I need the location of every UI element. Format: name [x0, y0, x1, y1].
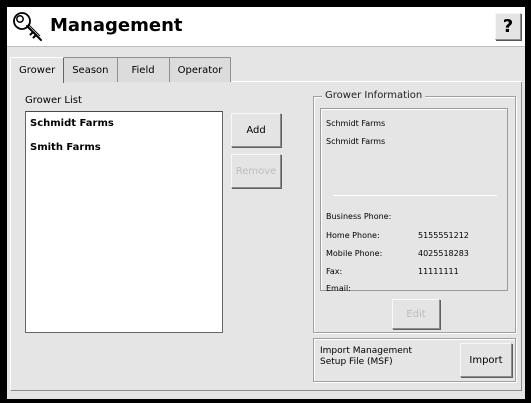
email-label: Email:: [326, 284, 351, 293]
grower-contact-name: Schmidt Farms: [326, 137, 386, 146]
management-window: Management ? Grower Season Field Operato…: [7, 7, 525, 399]
business-phone-label: Business Phone:: [326, 212, 392, 221]
tab-operator[interactable]: Operator: [168, 57, 232, 82]
help-button[interactable]: ?: [495, 13, 521, 40]
info-divider: [333, 195, 497, 196]
tab-bar: Grower Season Field Operator: [10, 57, 232, 83]
key-icon: [13, 12, 42, 41]
fax-value: 11111111: [418, 267, 459, 276]
grower-information-box: Schmidt Farms Schmidt Farms Business Pho…: [320, 108, 508, 293]
mobile-phone-value: 4025518283: [418, 249, 469, 258]
fax-label: Fax:: [326, 267, 343, 276]
mobile-phone-label: Mobile Phone:: [326, 249, 383, 258]
grower-list-label: Grower List: [25, 95, 82, 106]
page-title: Management: [50, 15, 183, 36]
tab-season[interactable]: Season: [63, 57, 118, 82]
tab-field[interactable]: Field: [116, 57, 170, 82]
grower-information-group: Grower Information Schmidt Farms Schmidt…: [313, 90, 516, 333]
list-item[interactable]: Smith Farms: [26, 136, 222, 160]
home-phone-label: Home Phone:: [326, 231, 380, 240]
import-description-line2: Setup File (MSF): [320, 357, 393, 367]
import-button[interactable]: Import: [460, 343, 512, 377]
tab-grower[interactable]: Grower: [10, 57, 65, 83]
home-phone-value: 5155551212: [418, 231, 469, 240]
import-description: Import Management Setup File (MSF): [320, 346, 412, 368]
edit-button[interactable]: Edit: [392, 299, 440, 329]
list-item[interactable]: Schmidt Farms: [26, 112, 222, 136]
grower-information-legend: Grower Information: [322, 90, 426, 101]
import-description-line1: Import Management: [320, 346, 413, 356]
import-group: Import Management Setup File (MSF) Impor…: [313, 338, 516, 382]
grower-name: Schmidt Farms: [326, 119, 386, 128]
add-button[interactable]: Add: [231, 113, 281, 147]
grower-list[interactable]: Schmidt Farms Smith Farms: [25, 111, 223, 333]
header-bar: Management ?: [7, 7, 525, 47]
remove-button[interactable]: Remove: [231, 154, 281, 188]
